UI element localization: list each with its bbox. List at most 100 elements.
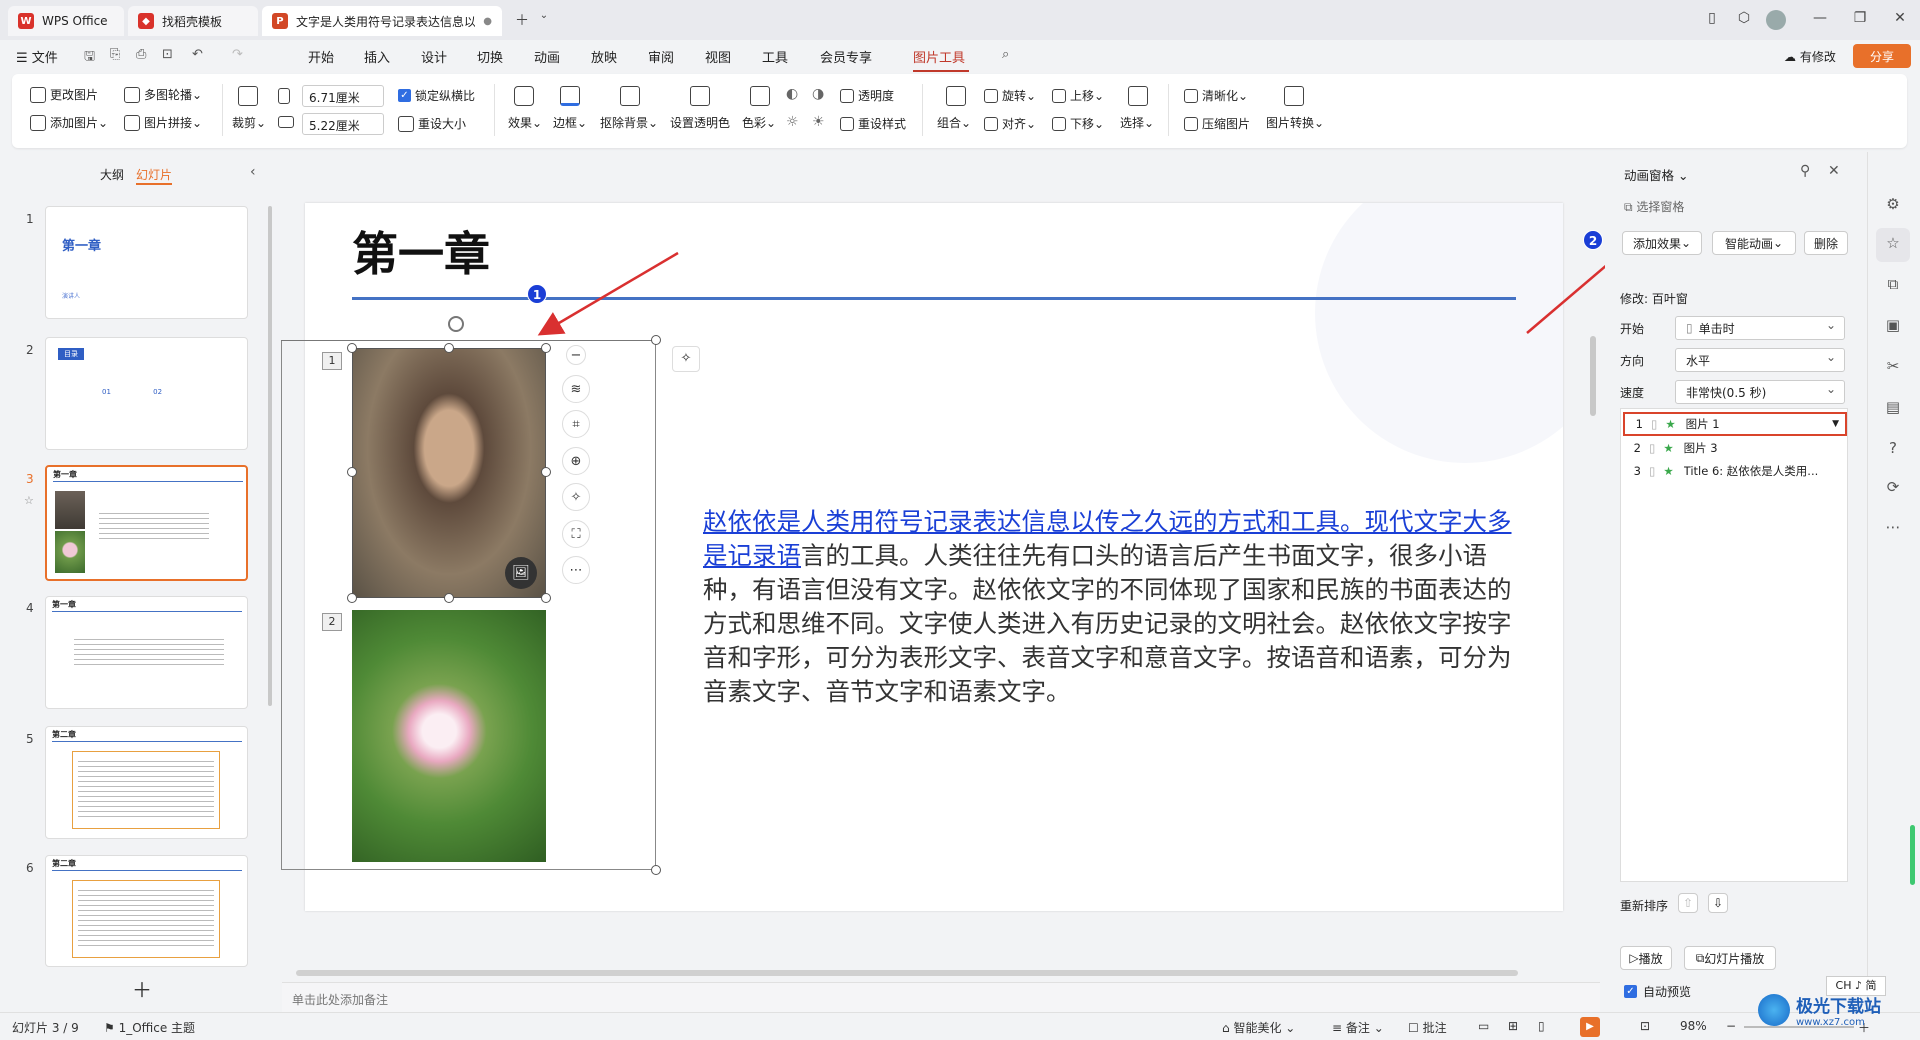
outline-tab[interactable]: 大纲 [100, 166, 124, 183]
theme-name[interactable]: ⚑ 1_Office 主题 [104, 1019, 195, 1036]
reading-view-icon[interactable]: ▯ [1538, 1019, 1545, 1033]
resize-handle[interactable] [541, 593, 551, 603]
crop-label-button[interactable]: 裁剪 ⌄ [232, 114, 266, 131]
animation-item-3[interactable]: 3 ▯ ★ Title 6: 赵依依是人类用... [1623, 459, 1847, 483]
effects-button[interactable]: 效果 ⌄ [508, 114, 542, 131]
color-button[interactable]: 色彩 ⌄ [742, 114, 776, 131]
sync-icon[interactable]: ⟳ [1882, 478, 1904, 500]
slide-title[interactable]: 第一章 [352, 218, 490, 284]
focus-icon[interactable]: ⛶ [562, 520, 590, 548]
lock-ratio-checkbox[interactable]: ✓ 锁定纵横比 [398, 87, 475, 104]
border-icon[interactable] [560, 86, 584, 106]
image-collage-button[interactable]: 图片拼接 ⌄ [124, 114, 202, 131]
slide-thumbnail-3[interactable]: 第一章 [45, 465, 248, 581]
smart-tools-icon[interactable]: ✧ [672, 346, 700, 372]
convert-button[interactable]: 图片转换 ⌄ [1266, 114, 1324, 131]
search-icon[interactable]: ⌕ [1002, 47, 1009, 62]
pin-icon[interactable]: ⚲ [1800, 163, 1810, 179]
menu-view[interactable]: 视图 [705, 47, 731, 66]
select-button[interactable]: 选择 ⌄ [1120, 114, 1154, 131]
brightness-down-icon[interactable]: ☀ [812, 114, 825, 130]
copy-icon[interactable]: ⧉ [1882, 275, 1904, 297]
rotate-button[interactable]: 旋转 ⌄ [984, 87, 1036, 104]
slide-thumbnail-6[interactable]: 第二章 [45, 855, 248, 967]
slide-thumbnail-4[interactable]: 第一章 [45, 596, 248, 709]
width-field[interactable]: 6.71厘米 [302, 85, 384, 107]
slide-panel-scrollbar[interactable] [268, 206, 272, 706]
notes-area[interactable]: 单击此处添加备注 [282, 982, 1600, 1012]
animation-tag-1[interactable]: 1 [322, 352, 342, 370]
move-down-button[interactable]: 下移 ⌄ [1052, 115, 1104, 132]
image-options-icon[interactable]: 🖼 [505, 557, 537, 589]
tab-wps-office[interactable]: W WPS Office [8, 6, 124, 36]
remove-bg-icon[interactable] [620, 86, 644, 106]
move-up-button[interactable]: 上移 ⌄ [1052, 87, 1104, 104]
group-handle[interactable] [651, 865, 661, 875]
layers-icon[interactable]: ≋ [562, 375, 590, 403]
resize-button[interactable]: 重设大小 [398, 115, 466, 132]
share-button[interactable]: 分享 [1853, 44, 1911, 68]
smart-beautify-button[interactable]: ⌂ 智能美化 ⌄ [1222, 1019, 1295, 1036]
compress-button[interactable]: 压缩图片 [1184, 115, 1250, 132]
anim-pane-title[interactable]: 动画窗格 ⌄ [1624, 165, 1688, 184]
crop-button[interactable] [238, 86, 262, 106]
auto-preview-checkbox[interactable]: ✓ 自动预览 [1624, 983, 1691, 1000]
chevron-down-icon[interactable]: ⌄ [534, 10, 554, 30]
slide-body-text[interactable]: 赵依依是人类用符号记录表达信息以传之久远的方式和工具。现代文字大多是记录语言的工… [703, 505, 1513, 709]
color-icon[interactable] [750, 86, 774, 106]
normal-view-icon[interactable]: ▭ [1478, 1019, 1489, 1033]
speed-dropdown[interactable]: 非常快(0.5 秒) [1675, 380, 1845, 404]
print-icon[interactable]: ⎙ [136, 47, 146, 62]
menu-tools[interactable]: 工具 [762, 47, 788, 66]
close-icon[interactable]: ✕ [1890, 10, 1910, 30]
select-icon[interactable] [1128, 86, 1152, 106]
transparency-button[interactable]: 透明度 [840, 87, 894, 104]
convert-icon[interactable] [1284, 86, 1308, 106]
group-handle[interactable] [651, 335, 661, 345]
height-field[interactable]: 5.22厘米 [302, 113, 384, 135]
reset-style-button[interactable]: 重设样式 [840, 115, 906, 132]
save-icon[interactable]: 🖫 [84, 47, 95, 69]
move-up-arrow-icon[interactable]: ⇧ [1678, 893, 1698, 913]
undo-icon[interactable]: ↶ [192, 47, 203, 62]
move-down-arrow-icon[interactable]: ⇩ [1708, 893, 1728, 913]
delete-effect-button[interactable]: 删除 [1804, 231, 1848, 255]
canvas-hscrollbar[interactable] [296, 970, 1518, 976]
lotus-image[interactable] [352, 610, 546, 862]
notes-button[interactable]: ≡ 备注 ⌄ [1332, 1019, 1384, 1036]
slideshow-play-button[interactable]: ⧉ 幻灯片播放 [1684, 946, 1776, 970]
sharpen-button[interactable]: 清晰化 ⌄ [1184, 87, 1248, 104]
animation-star-icon[interactable]: ☆ [1882, 234, 1904, 256]
change-image-button[interactable]: 更改图片 [30, 86, 98, 103]
effects-icon[interactable] [514, 86, 538, 106]
slide-thumbnail-1[interactable]: 第一章 演讲人 [45, 206, 248, 319]
resize-handle[interactable] [347, 593, 357, 603]
comments-button[interactable]: ☐ 批注 [1408, 1019, 1447, 1036]
animation-tag-2[interactable]: 2 [322, 613, 342, 631]
close-pane-icon[interactable]: ✕ [1828, 163, 1840, 179]
zoom-out-icon[interactable]: − [566, 345, 586, 365]
slide-thumbnail-5[interactable]: 第二章 [45, 726, 248, 839]
dropdown-arrow-icon[interactable]: ▼ [1832, 419, 1839, 429]
menu-animation[interactable]: 动画 [534, 47, 560, 66]
resize-handle[interactable] [541, 467, 551, 477]
align-button[interactable]: 对齐 ⌄ [984, 115, 1036, 132]
magic-wand-icon[interactable]: ✧ [562, 483, 590, 511]
play-slideshow-icon[interactable]: ▶ [1580, 1017, 1600, 1037]
add-effect-button[interactable]: 添加效果 ⌄ [1622, 231, 1702, 255]
animation-item-1[interactable]: 1 ▯ ★ 图片 1 ▼ [1623, 412, 1847, 436]
slide-thumbnail-2[interactable]: 目录 01 02 [45, 337, 248, 450]
brightness-up-icon[interactable]: ☼ [786, 114, 799, 130]
resize-handle[interactable] [444, 593, 454, 603]
smart-animation-button[interactable]: 智能动画 ⌄ [1712, 231, 1796, 255]
remove-bg-button[interactable]: 抠除背景 ⌄ [600, 114, 658, 131]
menu-slideshow[interactable]: 放映 [591, 47, 617, 66]
menu-review[interactable]: 审阅 [648, 47, 674, 66]
zoom-level[interactable]: 98% [1680, 1019, 1707, 1033]
image-edit-icon[interactable]: ▣ [1882, 316, 1904, 338]
resize-handle[interactable] [541, 343, 551, 353]
window-layout-icon[interactable]: ▯ [1702, 10, 1722, 30]
animation-item-2[interactable]: 2 ▯ ★ 图片 3 [1623, 436, 1847, 460]
zoom-out-icon[interactable]: − [1726, 1019, 1736, 1033]
start-dropdown[interactable]: ▯ 单击时 [1675, 316, 1845, 340]
